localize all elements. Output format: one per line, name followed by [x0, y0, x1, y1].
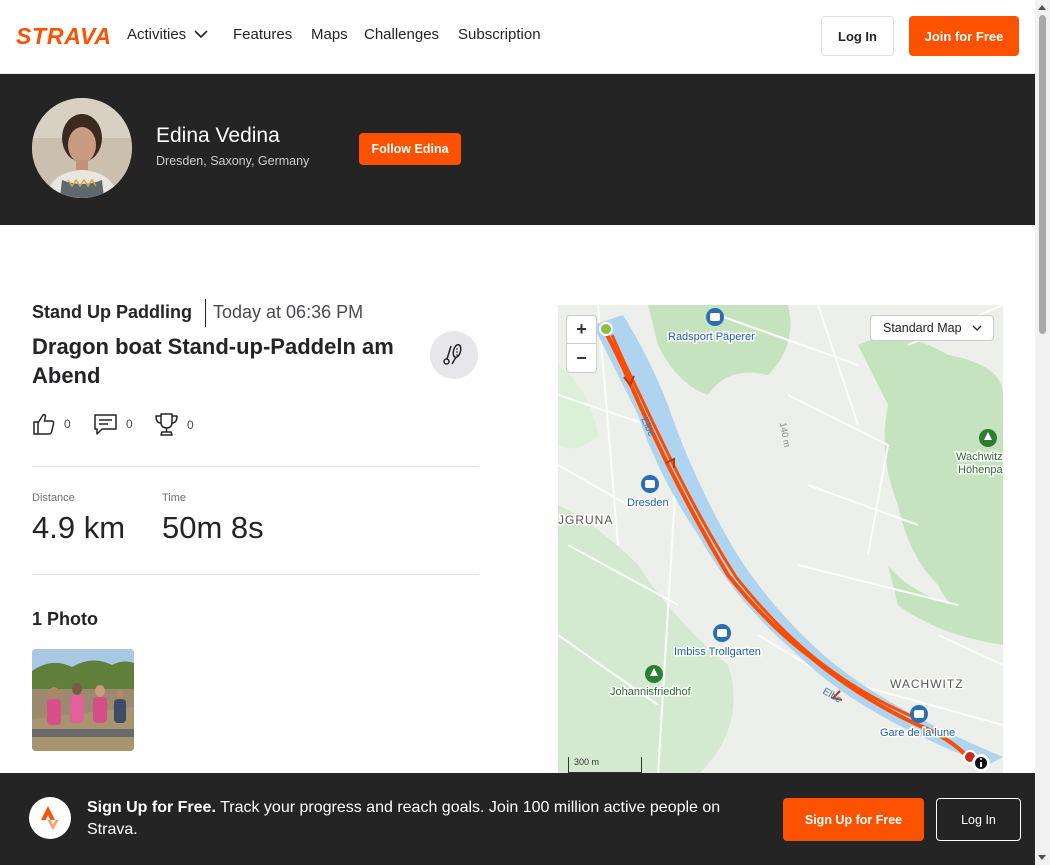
map-style-select[interactable]: Standard Map: [870, 315, 994, 341]
page: STRAVA Activities Features Maps Challeng…: [0, 0, 1050, 865]
banner-message: Sign Up for Free. Track your progress an…: [87, 797, 757, 841]
activity-type: Stand Up Paddling: [32, 302, 192, 322]
scrollbar-thumb[interactable]: [1039, 15, 1046, 334]
follow-button[interactable]: Follow Edina: [359, 133, 461, 165]
join-button[interactable]: Join for Free: [909, 16, 1019, 56]
signup-banner: Sign Up for Free. Track your progress an…: [0, 773, 1035, 865]
nav-activities[interactable]: Activities: [127, 26, 208, 43]
trophy-icon: [155, 413, 178, 436]
zoom-in-button[interactable]: +: [567, 316, 596, 344]
strava-logo[interactable]: STRAVA: [16, 25, 112, 47]
time-label: Time: [162, 492, 187, 504]
divider: [205, 299, 206, 327]
nav-subscription-label: Subscription: [458, 26, 541, 43]
banner-headline: Sign Up for Free.: [87, 799, 216, 816]
map-label-wachwitz: WACHWITZ: [890, 677, 964, 691]
time-value: 50m 8s: [162, 510, 264, 545]
activity-map[interactable]: Radsport Päperer Dresden Imbiss Trollgar…: [558, 305, 1003, 775]
map-label-dresden: Dresden: [627, 497, 669, 509]
map-label-gare: Gare de la lune: [880, 727, 955, 739]
map-label-wachwitz-hoehen: Wachwitz: [956, 451, 1003, 463]
nav-subscription[interactable]: Subscription: [458, 26, 541, 43]
activity-time: Today at 06:36 PM: [213, 302, 364, 322]
banner-login-button[interactable]: Log In: [936, 798, 1021, 841]
map-label-gruna: JGRUNA: [558, 513, 613, 527]
signup-button[interactable]: Sign Up for Free: [783, 798, 924, 841]
zoom-controls: + −: [566, 315, 597, 373]
map-label-hoehenpark: Höhenpa: [958, 464, 1003, 476]
achievements-button[interactable]: 0: [154, 412, 194, 437]
comments-button[interactable]: 0: [93, 412, 133, 436]
map-label-imbiss: Imbiss Trollgarten: [674, 646, 761, 658]
divider: [32, 574, 479, 575]
map-style-label: Standard Map: [883, 321, 962, 335]
map-scale: 300 m: [568, 757, 642, 773]
nav-features-label: Features: [233, 26, 293, 43]
map-scale-label: 300 m: [574, 757, 600, 767]
paddle-icon: [443, 343, 462, 365]
zoom-out-button[interactable]: −: [567, 344, 596, 372]
nav-challenges[interactable]: Challenges: [364, 26, 439, 43]
top-navigation: STRAVA Activities Features Maps Challeng…: [0, 0, 1035, 74]
login-button[interactable]: Log In: [821, 16, 894, 56]
chevron-down-icon: [972, 325, 982, 331]
svg-text:STRAVA: STRAVA: [16, 25, 111, 47]
scroll-up-arrow[interactable]: [1038, 5, 1046, 10]
nav-maps-label: Maps: [311, 26, 348, 43]
kudos-button[interactable]: 0: [32, 412, 71, 436]
nav-features[interactable]: Features: [233, 26, 292, 43]
distance-label: Distance: [32, 492, 75, 504]
avatar-image: [32, 98, 132, 198]
comments-count: 0: [126, 417, 133, 431]
scrollbar[interactable]: [1035, 0, 1050, 865]
comment-icon: [94, 414, 117, 435]
achievements-count: 0: [187, 417, 194, 432]
nav-activities-label: Activities: [127, 26, 187, 43]
activity-photo[interactable]: [32, 649, 134, 751]
scroll-down-arrow[interactable]: [1038, 855, 1046, 860]
avatar[interactable]: [32, 98, 132, 198]
strava-icon: [29, 797, 71, 839]
sport-type-badge: [430, 331, 478, 379]
kudos-count: 0: [64, 417, 71, 431]
distance-value: 4.9 km: [32, 510, 126, 545]
strava-chevrons-icon: [41, 806, 59, 830]
athlete-header: Edina Vedina Dresden, Saxony, Germany Fo…: [0, 74, 1035, 225]
activity-title: Dragon boat Stand-up-Paddeln am Abend: [32, 334, 394, 388]
map-label-radsport: Radsport Päperer: [668, 331, 755, 343]
athlete-location: Dresden, Saxony, Germany: [156, 154, 310, 168]
divider: [32, 466, 479, 467]
thumbs-up-icon: [33, 413, 55, 435]
photos-heading: 1 Photo: [32, 609, 98, 629]
photo-thumbnail: [32, 649, 134, 751]
nav-challenges-label: Challenges: [364, 26, 440, 43]
map-label-johannis: Johannisfriedhof: [610, 686, 692, 698]
chevron-down-icon: [194, 30, 208, 39]
nav-maps[interactable]: Maps: [311, 26, 348, 43]
map-canvas: Radsport Päperer Dresden Imbiss Trollgar…: [558, 305, 1003, 775]
athlete-name[interactable]: Edina Vedina: [156, 124, 280, 148]
